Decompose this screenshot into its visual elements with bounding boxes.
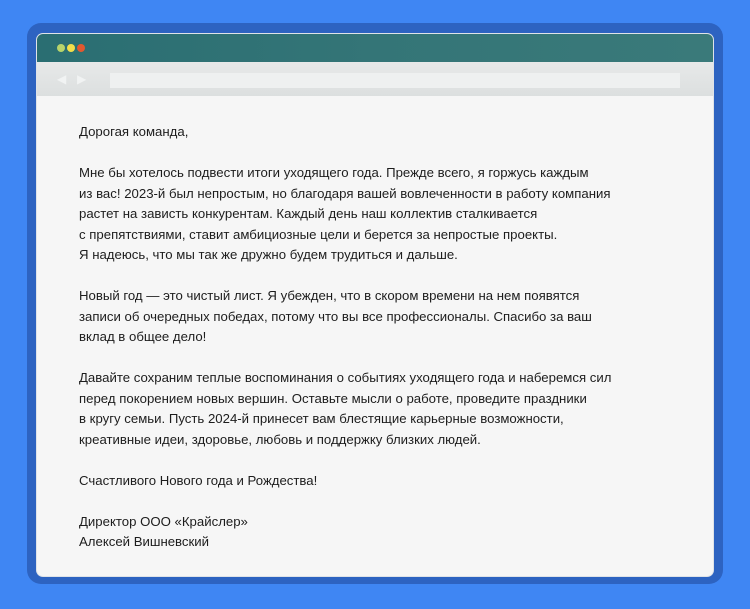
back-arrow-icon[interactable]: ◀ — [57, 72, 66, 86]
browser-toolbar: ◀ ▶ — [37, 62, 713, 96]
browser-window: ◀ ▶ Дорогая команда, Мне бы хотелось под… — [37, 34, 713, 576]
forward-arrow-icon[interactable]: ▶ — [77, 72, 86, 86]
text-line: Мне бы хотелось подвести итоги уходящего… — [79, 165, 589, 180]
window-zoom-button[interactable] — [77, 44, 85, 52]
title-bar — [37, 34, 713, 62]
signature-title: Директор ООО «Крайслер» — [79, 513, 248, 529]
text-line: записи об очередных победах, потому что … — [79, 308, 592, 324]
signature: Директор ООО «Крайслер» Алексей Вишневск… — [79, 512, 699, 553]
text-line: Давайте сохраним теплые воспоминания о с… — [79, 370, 612, 385]
letter: Дорогая команда, Мне бы хотелось подвест… — [79, 122, 699, 573]
text-line: в кругу семьи. Пусть 2024-й принесет вам… — [79, 411, 564, 426]
window-close-button[interactable] — [57, 44, 65, 52]
paragraph-2: Новый год — это чистый лист. Я убежден, … — [79, 286, 699, 348]
address-bar[interactable] — [110, 73, 680, 88]
paragraph-1: Мне бы хотелось подвести итоги уходящего… — [79, 163, 699, 266]
text-line: растет на зависть конкурентам. Каждый де… — [79, 206, 538, 221]
paragraph-3: Давайте сохраним теплые воспоминания о с… — [79, 368, 699, 450]
holiday-wish: Счастливого Нового года и Рождества! — [79, 472, 318, 488]
text-line: с препятствиями, ставит амбициозные цели… — [79, 226, 558, 242]
text-line: вклад в общее дело! — [79, 329, 207, 344]
greeting: Дорогая команда, — [79, 124, 189, 139]
text-line: Я надеюсь, что мы так же дружно будем тр… — [79, 247, 458, 262]
text-line: перед покорением новых вершин. Оставьте … — [79, 390, 587, 406]
text-line: из вас! 2023-й был непростым, но благода… — [79, 185, 611, 201]
window-minimize-button[interactable] — [67, 44, 75, 52]
text-line: креативные идеи, здоровье, любовь и подд… — [79, 431, 481, 447]
signature-name: Алексей Вишневский — [79, 534, 210, 549]
text-line: Новый год — это чистый лист. Я убежден, … — [79, 288, 580, 303]
